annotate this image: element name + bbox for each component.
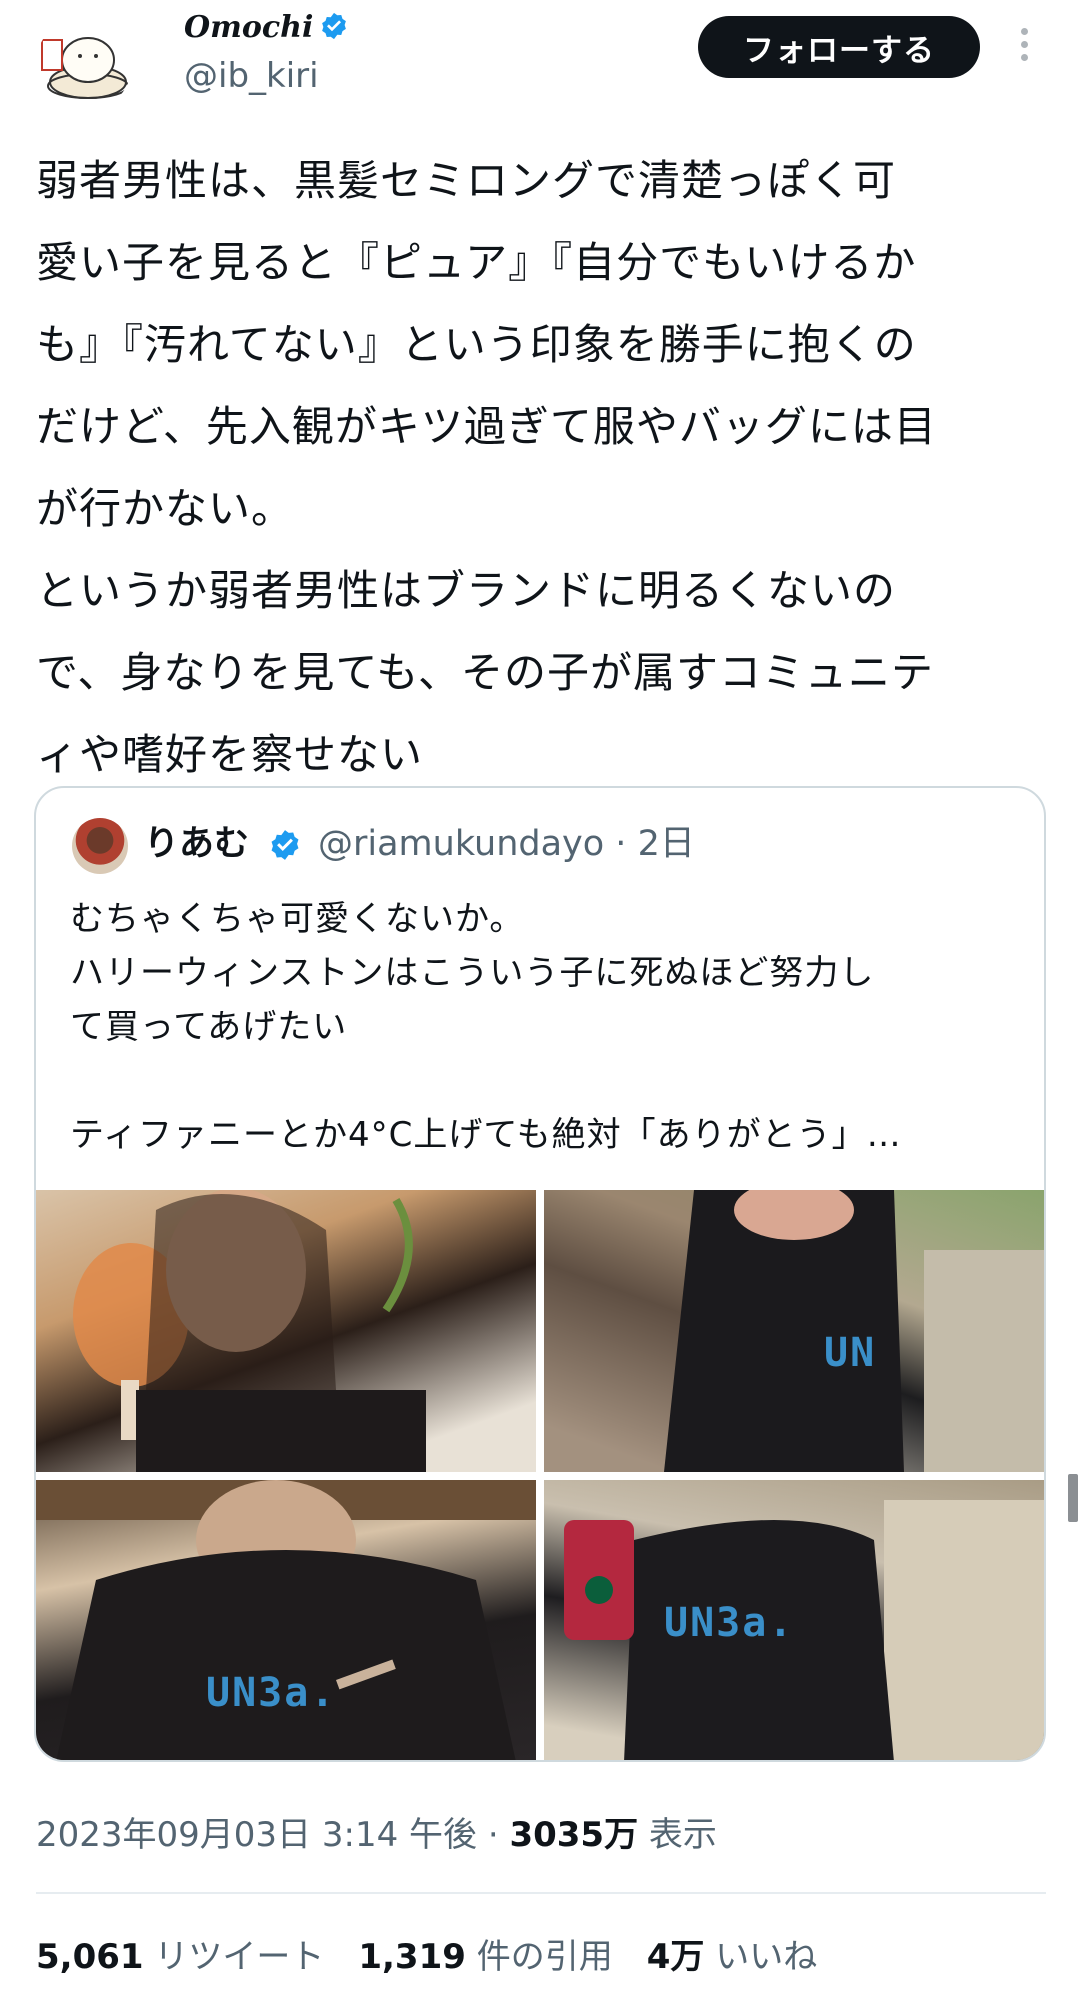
tweet-meta: 2023年09月03日 3:14 午後 · 3035万 表示 — [36, 1808, 717, 1862]
verified-badge-icon — [271, 830, 299, 860]
shirt-print: UN3a. — [206, 1670, 337, 1716]
scrollbar-thumb[interactable] — [1068, 1474, 1078, 1522]
quoted-author-avatar[interactable] — [72, 818, 128, 874]
views-label: 表示 — [638, 1815, 717, 1855]
photo-1-image — [73, 1190, 426, 1472]
engagement-stats: 5,061 リツイート 1,319 件の引用 4万 いいね — [36, 1930, 817, 1984]
photo-3-image — [36, 1480, 536, 1760]
retweets-stat[interactable]: 5,061 リツイート — [36, 1937, 324, 1977]
author-handle[interactable]: @ib_kiri — [184, 54, 319, 98]
likes-count: 4万 — [646, 1937, 705, 1977]
quoted-tweet-text: むちゃくちゃ可愛くないか。 ハリーウィンストンはこういう子に死ぬほど努力し て買… — [70, 899, 902, 1155]
photo-4[interactable]: UN3a. — [544, 1480, 1044, 1760]
tweet-timestamp[interactable]: 2023年09月03日 3:14 午後 · — [36, 1815, 509, 1855]
quotes-label: 件の引用 — [476, 1937, 613, 1977]
quotes-count: 1,319 — [358, 1937, 466, 1977]
quotes-stat[interactable]: 1,319 件の引用 — [358, 1937, 612, 1977]
views-count: 3035万 — [509, 1815, 639, 1855]
more-options-icon[interactable] — [1006, 22, 1042, 70]
author-avatar[interactable] — [36, 16, 132, 112]
photo-2[interactable]: UN — [544, 1190, 1044, 1472]
likes-stat[interactable]: 4万 いいね — [647, 1937, 817, 1977]
photo-1[interactable] — [36, 1190, 536, 1472]
photo-3[interactable]: UN3a. — [36, 1480, 536, 1760]
quoted-author-name[interactable]: りあむ — [144, 816, 249, 872]
omochi-avatar-icon — [36, 16, 132, 112]
divider — [36, 1892, 1046, 1894]
shirt-print: UN3a. — [664, 1600, 795, 1646]
display-name-text: Omochi — [184, 10, 314, 45]
quoted-tweet-card[interactable]: りあむ @riamukundayo · 2日 むちゃくちゃ可愛くないか。 ハリー… — [34, 786, 1046, 1762]
retweets-label: リツイート — [154, 1937, 325, 1977]
verified-badge-icon — [322, 12, 347, 40]
tweet-text: 弱者男性は、黒髪セミロングで清楚っぽく可 愛い子を見ると『ピュア』『自分でもいけ… — [36, 156, 937, 779]
retweets-count: 5,061 — [36, 1937, 144, 1977]
shirt-print: UN — [824, 1330, 877, 1376]
likes-label: いいね — [715, 1937, 818, 1977]
media-grid: UN UN3a. UN3a. — [36, 1190, 1044, 1760]
follow-button[interactable]: フォローする — [698, 16, 980, 78]
quoted-author-handle-time: @riamukundayo · 2日 — [318, 824, 695, 864]
author-display-name[interactable]: Omochi — [184, 6, 349, 50]
photo-2-image — [544, 1190, 1044, 1472]
